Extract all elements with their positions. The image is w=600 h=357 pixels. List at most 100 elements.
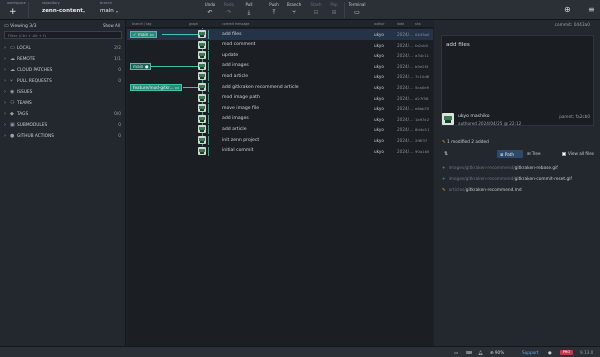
section-submodules[interactable]: › ▣ SUBMODULES 0 (0, 121, 126, 131)
pull-request-icon: ⑂ (10, 78, 14, 84)
section-count: 0 (118, 134, 121, 139)
commit-id: commit: 0443a0 (554, 23, 590, 28)
section-cloud-patches[interactable]: › ☁ CLOUD PATCHES 0 (0, 66, 126, 76)
chevron-down-icon: ▾ (83, 9, 86, 14)
file-item[interactable]: + images/gitkraken-recommend/gitkraken-co… (442, 177, 572, 182)
laptop-icon: ▭ (149, 32, 154, 37)
zoom-level[interactable]: ⊕ 90% (490, 350, 504, 355)
file-dir: images/gitkraken-recommend/ (448, 166, 515, 171)
chevron-right-icon: › (4, 78, 6, 84)
commit-row[interactable]: update ukyo 2024/... a34c11 (127, 50, 433, 61)
pull-button[interactable]: Pull ⤓ (242, 1, 256, 19)
repository-selector[interactable]: zenn-content (42, 8, 83, 14)
column-branch[interactable]: branch / tag (132, 22, 151, 26)
branch-label-main[interactable]: ✓ main ▭ (130, 30, 157, 38)
redo-button[interactable]: Redo ↷ (222, 1, 236, 19)
viewing-text: Viewing 3/3 (10, 24, 37, 29)
section-count: 1/1 (114, 57, 121, 62)
section-remote[interactable]: › ☁ REMOTE 1/1 (0, 55, 126, 65)
pull-label: Pull (245, 2, 253, 7)
commit-row[interactable]: mod article ukyo 2024/... 7c10d8 (127, 71, 433, 82)
section-local[interactable]: › ▭ LOCAL 2/2 (0, 44, 126, 54)
undo-button[interactable]: Undo ↶ (203, 1, 217, 19)
commit-details-panel: commit: 0443a0 add files ukyo mashiko au… (434, 20, 600, 346)
section-github-actions[interactable]: › ● GITHUB ACTIONS 0 (0, 132, 126, 142)
commit-author: ukyo (374, 116, 384, 122)
chevron-right-icon: › (4, 122, 6, 128)
bell-icon[interactable]: 🔔︎ (478, 350, 483, 356)
avatar (198, 83, 206, 91)
redo-icon: ↷ (226, 9, 232, 16)
filter-input[interactable]: Filter (Ctrl + Alt + f) (4, 31, 122, 39)
parent-commit[interactable]: parent: fa2cb0 (559, 114, 590, 119)
toolbar: workspace + repository zenn-content ▾ br… (0, 0, 600, 20)
graph-bar (208, 93, 210, 103)
section-issues[interactable]: › ◉ ISSUES (0, 88, 126, 98)
avatar (198, 30, 206, 38)
file-item[interactable]: + images/gitkraken-recommend/gitkraken-re… (442, 166, 558, 171)
graph-bar (208, 125, 210, 135)
tree-view-button[interactable]: ⊞ Tree (527, 151, 541, 156)
add-tab-icon[interactable]: + (9, 8, 17, 17)
menu-icon[interactable]: ≡ (588, 5, 595, 14)
sort-icon[interactable]: ⇅ (444, 151, 448, 157)
commit-sha: 8d4e11 (415, 127, 430, 133)
commit-row[interactable]: mod image path ukyo 2024/... d27f56 (127, 93, 433, 104)
layout-icon[interactable]: ▭ (454, 350, 458, 355)
commit-author: ukyo (374, 106, 384, 112)
commit-graph: branch / tag graph commit message author… (127, 20, 433, 346)
column-sha[interactable]: sha (415, 22, 421, 26)
commit-row[interactable]: mod comment ukyo 2024/... fa2cb0 (127, 40, 433, 51)
commit-row[interactable]: add images ukyo 2024/... 1b93c2 (127, 114, 433, 125)
section-label: CLOUD PATCHES (17, 68, 53, 73)
notification-icon[interactable]: ● (548, 350, 552, 355)
section-count: 0 (118, 123, 121, 128)
github-icon: ● (144, 64, 149, 69)
view-all-files-checkbox[interactable]: View all files (561, 151, 594, 156)
avatar (198, 93, 206, 102)
column-message[interactable]: commit message (222, 22, 249, 26)
zoom-icon: ⊕ (490, 350, 494, 355)
commit-sha: 5ca0e9 (415, 85, 429, 90)
commit-summary-box[interactable]: add files (441, 35, 594, 126)
chevron-right-icon: › (4, 56, 6, 62)
support-link[interactable]: Support (522, 350, 539, 355)
branch-label: branch (100, 1, 113, 5)
branch-label-main-remote[interactable]: main ● (130, 62, 152, 70)
section-pull-requests[interactable]: › ⑂ PULL REQUESTS 0 (0, 77, 126, 87)
commit-date: 2024/... (397, 85, 414, 90)
file-item[interactable]: ✎ articles/gitkraken-recommend.md (442, 188, 522, 193)
commit-row[interactable]: initial commit ukyo 2024/... 90a1b5 (127, 146, 433, 157)
commit-message: initial commit (222, 148, 254, 154)
avatar (198, 104, 206, 113)
commit-row[interactable]: init zenn project ukyo 2024/... 2f6f37 (127, 135, 433, 146)
graph-bar (208, 72, 210, 82)
stash-button[interactable]: Stash ⊟ (309, 1, 323, 19)
graph-bar (208, 61, 210, 71)
commit-row[interactable]: move image file ukyo 2024/... e6ab70 (127, 103, 433, 114)
commit-summary: add files (446, 42, 470, 48)
terminal-button[interactable]: Terminal ▭ (348, 1, 366, 19)
commit-date: 2024/... (397, 106, 414, 112)
commit-author: ukyo (374, 32, 384, 37)
keyboard-icon[interactable]: ⌨ (466, 350, 472, 355)
column-graph[interactable]: graph (189, 22, 198, 26)
section-teams[interactable]: › ⚇ TEAMS (0, 99, 126, 109)
file-name: gitkraken-rebase.gif (514, 166, 558, 171)
graph-toggle-icon[interactable]: ⊕ (564, 5, 571, 14)
commit-row[interactable]: add article ukyo 2024/... 8d4e11 (127, 124, 433, 135)
branch-label-feature[interactable]: feature/mod-gitkr... ▭ (130, 83, 182, 91)
column-author[interactable]: author (374, 22, 385, 26)
section-count: 0/0 (114, 112, 121, 117)
avatar (198, 114, 206, 123)
path-view-button[interactable]: ≣ Path (497, 150, 523, 158)
commit-author: ukyo (374, 74, 384, 80)
section-tags[interactable]: › ◆ TAGS 0/0 (0, 110, 126, 120)
branch-selector[interactable]: main (100, 8, 114, 14)
branch-button[interactable]: Branch ⑂ (287, 1, 301, 19)
pop-button[interactable]: Pop ⊞ (327, 1, 341, 19)
column-date[interactable]: date (397, 22, 404, 26)
show-all-button[interactable]: Show All (103, 23, 120, 28)
author-name: ukyo mashiko (458, 114, 490, 119)
push-button[interactable]: Push ⤒ (267, 1, 281, 19)
